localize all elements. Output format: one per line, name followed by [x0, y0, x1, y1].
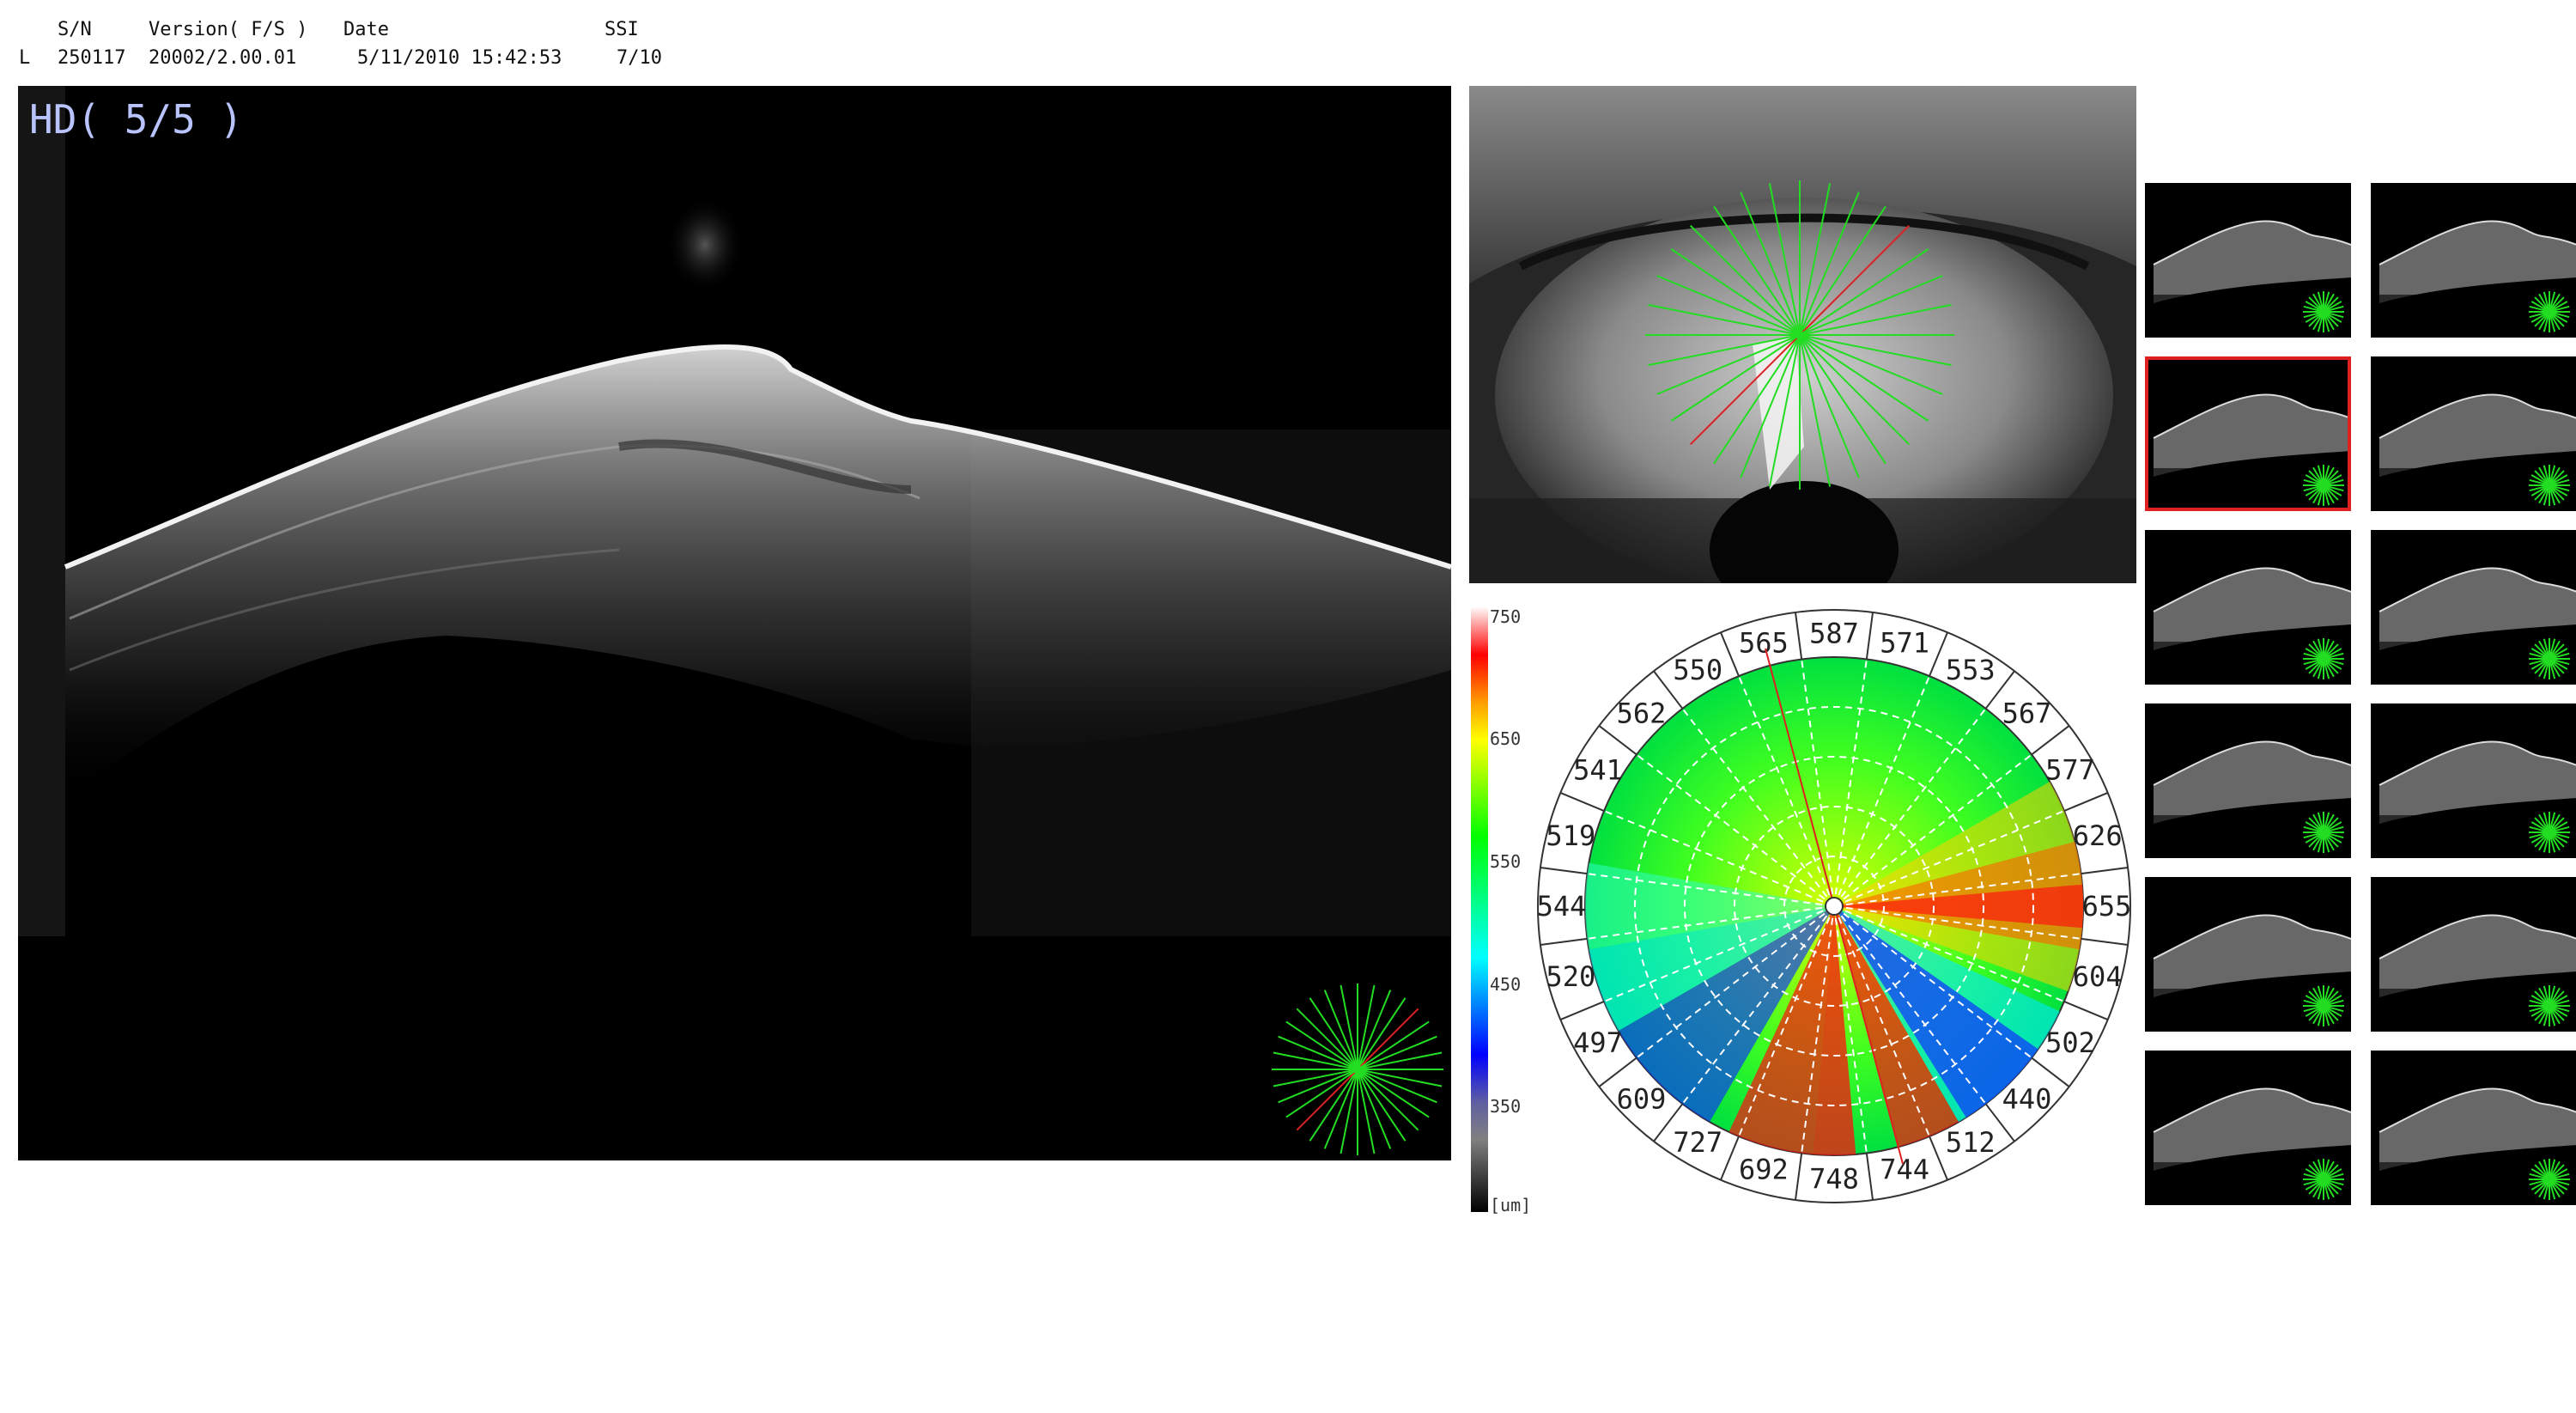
header-col-date: Date — [343, 19, 389, 40]
thumbnail-scan-icon — [2529, 985, 2570, 1026]
thumbnail-scan-icon — [2303, 291, 2344, 332]
sector-value: 604 — [2073, 960, 2123, 993]
thumbnail-scan-image — [2371, 393, 2576, 511]
thumbnail-scan-image — [2145, 567, 2351, 685]
pachymetry-map[interactable]: 587 571 553567 577 626 655 604 502 440512 744 748 6… — [1534, 601, 2135, 1215]
bscan-thumbnail[interactable] — [2145, 183, 2351, 338]
bscan-thumbnail[interactable] — [2371, 530, 2576, 685]
bscan-thumbnail[interactable] — [2371, 877, 2576, 1032]
thumbnail-scan-image — [2145, 1087, 2351, 1205]
header-ssi: 7/10 — [617, 47, 662, 69]
sector-value: 626 — [2073, 819, 2123, 852]
bscan-thumbnail[interactable] — [2371, 1051, 2576, 1205]
sector-value: 727 — [1673, 1126, 1722, 1159]
thumbnail-scan-image — [2145, 914, 2351, 1032]
scan-pattern-icon — [1272, 984, 1443, 1155]
sector-value: 544 — [1537, 890, 1587, 923]
thumbnail-scan-icon — [2529, 291, 2570, 332]
eye-photo-image — [1469, 86, 2136, 583]
colorbar-tick-550: 550 — [1490, 851, 1522, 872]
sector-value: 440 — [2002, 1083, 2052, 1116]
anterior-segment-photo[interactable] — [1469, 86, 2136, 583]
bscan-thumbnail[interactable] — [2371, 356, 2576, 511]
bscan-thumbnail[interactable] — [2371, 703, 2576, 858]
thumbnail-scan-image — [2371, 740, 2576, 858]
colorbar-tick-750: 750 — [1490, 606, 1522, 627]
header-eye: L — [19, 47, 31, 69]
thumbnail-scan-icon — [2529, 465, 2570, 506]
header-serial: 250117 — [58, 47, 126, 69]
sector-value: 553 — [1946, 654, 1996, 686]
bscan-thumbnail[interactable] — [2145, 530, 2351, 685]
colorbar-gradient — [1471, 606, 1488, 1212]
sector-value: 497 — [1573, 1026, 1623, 1059]
sector-value: 655 — [2082, 890, 2132, 923]
sector-value: 692 — [1739, 1154, 1789, 1186]
scan-lines-overlay — [1645, 180, 1954, 490]
header-date: 5/11/2010 15:42:53 — [357, 47, 562, 69]
header-col-ssi: SSI — [605, 19, 639, 40]
thumbnail-scan-image — [2371, 220, 2576, 338]
bscan-image[interactable]: HD( 5/5 ) — [18, 86, 1451, 1160]
thumbnail-scan-image — [2145, 220, 2351, 338]
bscan-thumbnail[interactable] — [2145, 1051, 2351, 1205]
bscan-thumbnail[interactable] — [2145, 877, 2351, 1032]
thumbnail-scan-icon — [2303, 1159, 2344, 1200]
colorbar-tick-450: 450 — [1490, 974, 1522, 995]
thumbnail-scan-image — [2145, 740, 2351, 858]
thumbnail-scan-icon — [2529, 812, 2570, 853]
sector-value: 565 — [1739, 626, 1789, 659]
sector-value: 550 — [1673, 654, 1722, 686]
scan-mode-label: HD( 5/5 ) — [29, 96, 244, 143]
thumbnail-scan-icon — [2529, 638, 2570, 679]
thumbnail-scan-image — [2145, 393, 2351, 511]
bscan-thumbnail[interactable] — [2371, 183, 2576, 338]
thumbnail-scan-image — [2371, 1087, 2576, 1205]
thumbnail-scan-icon — [2303, 985, 2344, 1026]
header-version: 20002/2.00.01 — [149, 47, 297, 69]
sector-value: 541 — [1573, 753, 1623, 786]
bscan-thumbnail[interactable] — [2145, 356, 2351, 511]
sector-value: 562 — [1617, 697, 1667, 729]
sector-value: 587 — [1809, 618, 1859, 650]
bscan-thumbnail[interactable] — [2145, 703, 2351, 858]
header-col-sn: S/N — [58, 19, 92, 40]
colorbar-tick-650: 650 — [1490, 728, 1522, 749]
colorbar-tick-350: 350 — [1490, 1096, 1522, 1117]
colorbar-unit: [um] — [1490, 1195, 1532, 1215]
sector-value: 512 — [1946, 1126, 1996, 1159]
sector-value: 577 — [2045, 753, 2095, 786]
thickness-colorbar: 750 650 550 450 350 [um] — [1469, 606, 1532, 1216]
thumbnail-scan-icon — [2303, 812, 2344, 853]
sector-value: 748 — [1809, 1163, 1859, 1196]
thumbnail-scan-icon — [2303, 465, 2344, 506]
sector-value: 609 — [1617, 1083, 1667, 1116]
thumbnail-scan-image — [2371, 567, 2576, 685]
sector-value: 520 — [1546, 960, 1595, 993]
sector-value: 502 — [2045, 1026, 2095, 1059]
sector-value: 571 — [1880, 626, 1929, 659]
sector-value: 567 — [2002, 697, 2052, 729]
bscan-tissue — [18, 86, 1451, 1160]
sector-value: 519 — [1546, 819, 1595, 852]
thumbnail-scan-icon — [2529, 1159, 2570, 1200]
header-col-version: Version( F/S ) — [149, 19, 308, 40]
sector-value: 744 — [1880, 1154, 1929, 1186]
thumbnail-scan-icon — [2303, 638, 2344, 679]
thumbnail-scan-image — [2371, 914, 2576, 1032]
